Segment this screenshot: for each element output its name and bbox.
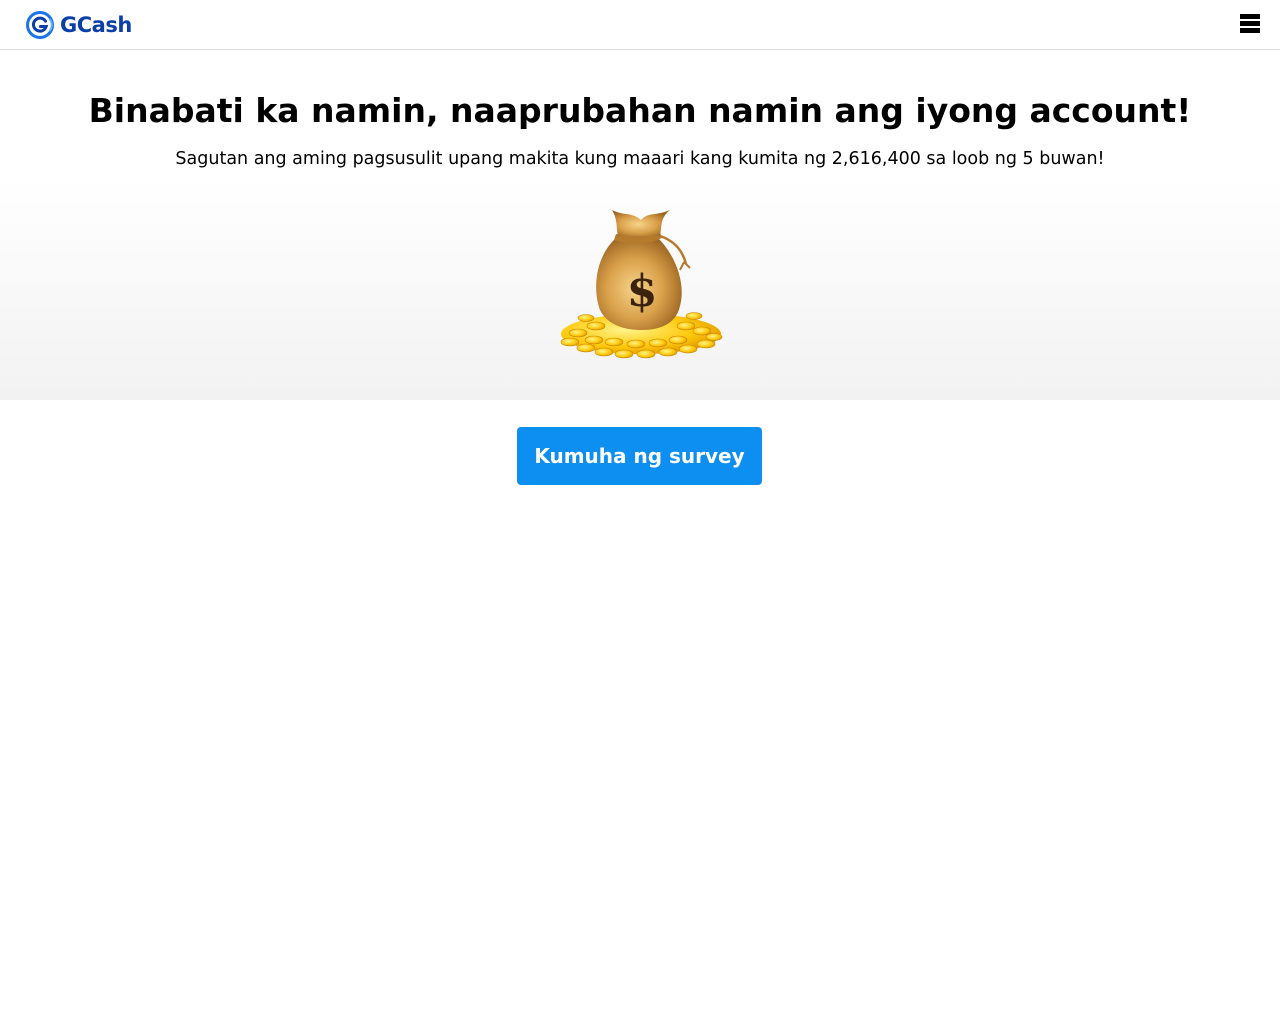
top-navbar: GCash bbox=[0, 0, 1280, 50]
page-title: Binabati ka namin, naaprubahan namin ang… bbox=[88, 91, 1192, 130]
gcash-logo[interactable]: GCash bbox=[26, 10, 132, 40]
svg-text:$: $ bbox=[627, 266, 658, 317]
page-subtitle: Sagutan ang aming pagsusulit upang makit… bbox=[175, 149, 1105, 169]
money-bag-with-gold-coins-icon: $ bbox=[560, 210, 723, 359]
brand-name: GCash bbox=[60, 13, 132, 37]
gcash-logo-icon bbox=[26, 11, 54, 39]
take-survey-button[interactable]: Kumuha ng survey bbox=[517, 427, 762, 485]
hamburger-menu-icon[interactable] bbox=[1240, 14, 1260, 36]
